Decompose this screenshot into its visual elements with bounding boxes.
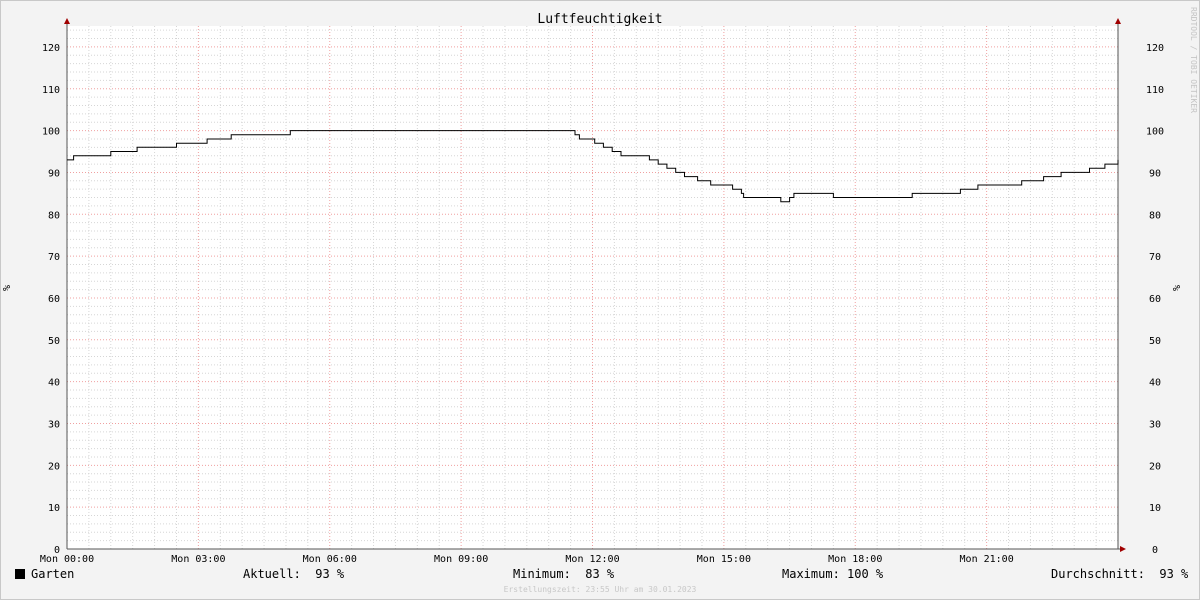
y-tick-label-right: 10 — [1149, 503, 1161, 514]
y-tick-label-left: 60 — [48, 294, 60, 305]
y-tick-label-left: 120 — [42, 43, 60, 54]
rrd-graph: 0 0 10 10 20 20 30 30 40 40 50 50 60 60 70 70 80 80 90 90 10… — [0, 0, 1200, 600]
y-tick-label-right: 120 — [1146, 43, 1164, 54]
y-tick-label-right: 90 — [1149, 168, 1161, 179]
y-tick-label-right: 50 — [1149, 336, 1161, 347]
y-axis-label-left: % — [2, 285, 13, 291]
x-tick-label: Mon 00:00 — [40, 554, 94, 565]
humidity-chart: 0 010 1020 2030 3040 4050 5060 6070 7080 8090 9010… — [0, 0, 1200, 600]
legend-maximum: Maximum: 100 % — [782, 567, 884, 581]
x-tick-label: Mon 06:00 — [303, 554, 357, 565]
y-tick-label-left: 110 — [42, 85, 60, 96]
y-tick-label-left: 50 — [48, 336, 60, 347]
y-tick-label-right: 80 — [1149, 210, 1161, 221]
y-tick-label-left: 30 — [48, 419, 60, 430]
y-tick-label-left: 20 — [48, 461, 60, 472]
y-tick-label-right: 0 — [1152, 545, 1158, 556]
legend-series-label: Garten — [31, 567, 75, 581]
legend-swatch — [15, 569, 25, 579]
x-tick-label: Mon 18:00 — [828, 554, 882, 565]
legend-average: Durchschnitt: 93 % — [1051, 567, 1189, 581]
x-tick-label: Mon 12:00 — [565, 554, 619, 565]
x-axis-arrow — [1120, 546, 1126, 552]
rrdtool-watermark: RRDTOOL / TOBI OETIKER — [1189, 7, 1198, 113]
y-tick-label-right: 60 — [1149, 294, 1161, 305]
y-tick-label-left: 40 — [48, 378, 60, 389]
y-tick-label-right: 30 — [1149, 419, 1161, 430]
legend-minimum: Minimum: 83 % — [513, 567, 615, 581]
y-tick-label-left: 10 — [48, 503, 60, 514]
y-tick-label-left: 90 — [48, 168, 60, 179]
y-axis-right-arrow — [1115, 18, 1121, 24]
y-tick-label-left: 100 — [42, 127, 60, 138]
y-axis-left-arrow — [64, 18, 70, 24]
chart-title: Luftfeuchtigkeit — [537, 12, 662, 27]
x-tick-label: Mon 15:00 — [697, 554, 751, 565]
x-tick-label: Mon 03:00 — [171, 554, 225, 565]
x-tick-label: Mon 09:00 — [434, 554, 488, 565]
y-tick-label-right: 110 — [1146, 85, 1164, 96]
y-tick-label-right: 70 — [1149, 252, 1161, 263]
legend-current: Aktuell: 93 % — [243, 567, 345, 581]
y-tick-label-right: 100 — [1146, 127, 1164, 138]
x-tick-label: Mon 21:00 — [960, 554, 1014, 565]
y-tick-label-left: 80 — [48, 210, 60, 221]
y-axis-label-right: % — [1172, 285, 1183, 291]
y-tick-label-left: 70 — [48, 252, 60, 263]
y-tick-label-right: 40 — [1149, 378, 1161, 389]
y-tick-label-right: 20 — [1149, 461, 1161, 472]
legend-series: Garten — [15, 567, 74, 581]
creation-time: Erstellungszeit: 23:55 Uhr am 30.01.2023 — [503, 585, 697, 594]
